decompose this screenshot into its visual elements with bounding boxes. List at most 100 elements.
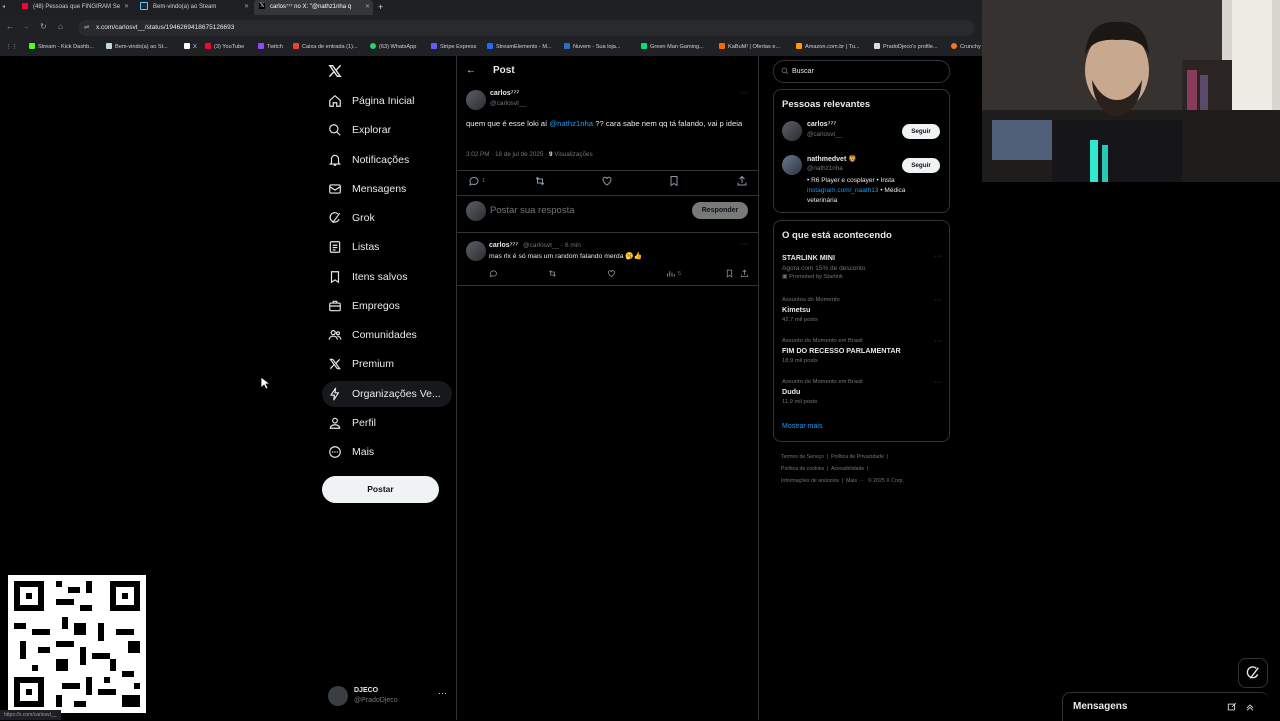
nav-bookmarks[interactable]: Itens salvos — [322, 264, 452, 290]
nav-explore[interactable]: Explorar — [322, 117, 452, 143]
more-icon[interactable]: ··· — [934, 379, 943, 386]
avatar[interactable] — [782, 155, 802, 175]
like-icon[interactable] — [601, 175, 613, 187]
bookmark-item[interactable]: PradoDjeco's profile... — [874, 42, 938, 52]
repost-icon[interactable] — [548, 269, 557, 278]
reply-input[interactable]: Postar sua resposta — [490, 205, 575, 216]
bookmark-item[interactable]: Stripe Express — [431, 42, 476, 52]
address-bar[interactable]: ⇌ x.com/carlosvt__/status/19462694186751… — [78, 20, 974, 36]
avatar[interactable] — [466, 90, 486, 110]
nav-lists[interactable]: Listas — [322, 234, 452, 260]
chevron-up-icon[interactable] — [1245, 702, 1255, 712]
bookmark-item[interactable]: Nuvem - Sua loja... — [564, 42, 621, 52]
bookmark-item[interactable]: Crunchy — [951, 42, 981, 52]
messages-drawer[interactable]: Mensagens — [1062, 692, 1269, 721]
back-arrow-icon[interactable]: ← — [466, 65, 476, 76]
trend-item[interactable]: Assunto do Momento em Brasil FIM DO RECE… — [782, 338, 942, 364]
bookmark-icon[interactable] — [725, 269, 734, 278]
person-name[interactable]: carlos⁷⁷⁷ — [807, 121, 836, 128]
nav-communities[interactable]: Comunidades — [322, 322, 452, 348]
x-logo-icon[interactable] — [328, 64, 342, 78]
close-icon[interactable]: ✕ — [124, 0, 129, 15]
trend-item[interactable]: STARLINK MINI Agora com 15% de desconto … — [782, 253, 942, 280]
footer-link[interactable]: Informações de anúncios — [781, 478, 839, 484]
share-icon[interactable] — [740, 269, 749, 278]
home-icon[interactable]: ⌂ — [58, 22, 63, 31]
nav-more[interactable]: Mais — [322, 439, 452, 465]
close-icon[interactable]: ✕ — [244, 0, 249, 15]
new-tab-button[interactable]: + — [378, 0, 383, 15]
reply-button[interactable]: Responder — [692, 202, 748, 219]
bookmark-item[interactable]: Stream - Kick Dashb... — [29, 42, 94, 52]
back-icon[interactable]: ← — [6, 22, 14, 31]
forward-icon[interactable]: → — [22, 22, 30, 31]
more-icon[interactable]: ··· — [934, 297, 943, 304]
footer-link[interactable]: Política de cookies — [781, 466, 824, 472]
more-icon[interactable]: ··· — [740, 241, 749, 248]
post-timestamp[interactable]: 3:02 PM · 18 de jul de 2025 · — [466, 151, 549, 158]
search-input[interactable]: Buscar — [773, 60, 950, 83]
tab-3[interactable]: 𝕏carlos⁷⁷⁷ no X: "@nathz1nha q ✕ — [254, 0, 373, 15]
compose-message-icon[interactable] — [1227, 702, 1237, 712]
bookmark-item[interactable]: KaBuM! | Ofertas e... — [719, 42, 780, 52]
footer-link[interactable]: Termos de Serviço — [781, 454, 824, 460]
reply-icon[interactable] — [468, 175, 480, 187]
bookmark-item[interactable]: Caixa de entrada (1)... — [293, 42, 358, 52]
follow-button[interactable]: Seguir — [902, 124, 940, 139]
address-row: ← → ↻ ⌂ ⇌ x.com/carlosvt__/status/194626… — [0, 18, 982, 38]
share-icon[interactable] — [736, 175, 748, 187]
close-icon[interactable]: ✕ — [365, 0, 370, 15]
trend-item[interactable]: Assuntos do Momento Kimetsu 42,7 mil pos… — [782, 297, 942, 323]
author-name[interactable]: carlos⁷⁷⁷ — [489, 242, 518, 249]
bookmark-item[interactable]: Amazon.com.br | Tu... — [796, 42, 860, 52]
reply-post[interactable]: carlos⁷⁷⁷ @carlosvt__ · 6 min ··· mas rl… — [457, 236, 758, 288]
author-handle[interactable]: @carlosvt__ — [490, 100, 526, 107]
bookmark-item[interactable]: Twitch — [258, 42, 283, 52]
reply-icon[interactable] — [489, 269, 498, 278]
nav-premium[interactable]: Premium — [322, 351, 452, 377]
bookmark-item[interactable]: X — [184, 42, 197, 52]
bookmark-item[interactable]: StreamElements - M... — [487, 42, 552, 52]
tab-1[interactable]: (48) Pessoas que FINGIRAM Se ✕ — [18, 0, 132, 15]
nav-profile[interactable]: Perfil — [322, 410, 452, 436]
like-icon[interactable] — [607, 269, 616, 278]
more-icon[interactable]: ··· — [934, 338, 943, 345]
nav-verified-orgs[interactable]: Organizações Ve... — [322, 381, 452, 407]
bookmark-icon[interactable] — [668, 175, 680, 187]
repost-icon[interactable] — [534, 175, 546, 187]
site-info-icon[interactable]: ⇌ — [84, 20, 89, 36]
show-more-link[interactable]: Mostrar mais — [782, 423, 822, 430]
nav-jobs[interactable]: Empregos — [322, 293, 452, 319]
bio-link[interactable]: instagram.com/_naath13 — [807, 187, 879, 194]
nav-messages[interactable]: Mensagens — [322, 176, 452, 202]
reload-icon[interactable]: ↻ — [40, 22, 47, 31]
mention-link[interactable]: @nathz1nha — [549, 119, 593, 128]
account-switcher[interactable]: DJECO @PradoDjeco ··· — [328, 684, 452, 712]
post-button[interactable]: Postar — [322, 476, 439, 503]
follow-button[interactable]: Seguir — [902, 158, 940, 173]
more-icon[interactable]: ··· — [438, 688, 447, 698]
avatar[interactable] — [466, 241, 486, 261]
tab-list-button[interactable]: ◂ — [2, 0, 8, 15]
nav-notifications[interactable]: Notificações — [322, 147, 452, 173]
views-icon[interactable] — [666, 269, 675, 278]
grok-floating-button[interactable] — [1238, 658, 1268, 688]
bookmark-item[interactable]: Green Man Gaming... — [641, 42, 704, 52]
nav-grok[interactable]: Grok — [322, 205, 452, 231]
author-name[interactable]: carlos⁷⁷⁷ — [490, 90, 519, 97]
footer-link[interactable]: Acessibilidade — [831, 466, 864, 472]
footer-link[interactable]: Mais ··· — [846, 478, 864, 484]
bookmark-item[interactable]: (3) YouTube — [205, 42, 244, 52]
person-name[interactable]: nathmedvet 🦁 — [807, 155, 857, 163]
stripe-favicon-icon — [431, 43, 437, 49]
bookmark-item[interactable]: Bem-vindo(a) ao St... — [106, 42, 168, 52]
apps-icon[interactable]: ⋮⋮ — [6, 42, 17, 52]
tab-2[interactable]: Bem-vindo(a) ao Steam ✕ — [136, 0, 252, 15]
avatar[interactable] — [782, 121, 802, 141]
more-icon[interactable]: ··· — [740, 90, 749, 97]
nav-home[interactable]: Página Inicial — [322, 88, 452, 114]
more-icon[interactable]: ··· — [934, 253, 943, 260]
trend-item[interactable]: Assunto do Momento em Brasil Dudu 11,9 m… — [782, 379, 942, 405]
bookmark-item[interactable]: (63) WhatsApp — [370, 42, 416, 52]
footer-link[interactable]: Política de Privacidade — [831, 454, 884, 460]
